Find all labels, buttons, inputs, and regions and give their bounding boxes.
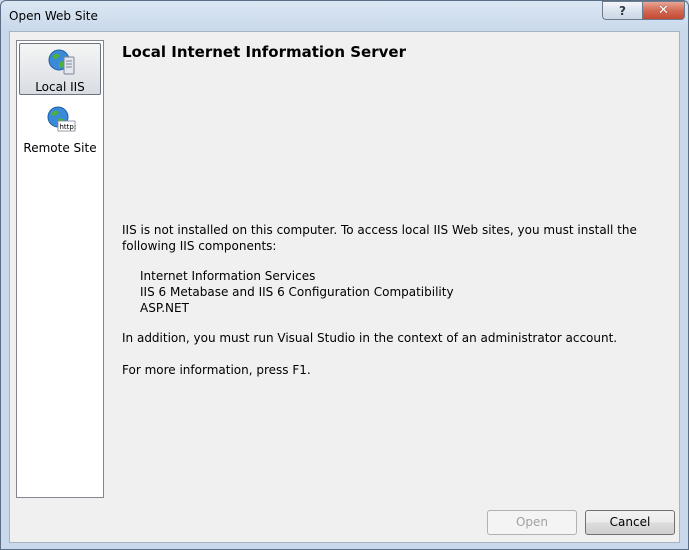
component-item: IIS 6 Metabase and IIS 6 Configuration C… xyxy=(140,285,454,299)
window-title: Open Web Site xyxy=(9,9,98,23)
sidebar-item-label: Remote Site xyxy=(23,141,97,155)
cancel-button[interactable]: Cancel xyxy=(585,510,675,535)
close-icon: ✕ xyxy=(658,3,669,18)
iis-not-installed-message: IIS is not installed on this computer. T… xyxy=(122,223,637,253)
help-button[interactable]: ? xyxy=(602,1,642,20)
close-button[interactable]: ✕ xyxy=(642,1,685,20)
help-icon: ? xyxy=(619,4,626,18)
sidebar-item-label: Local IIS xyxy=(35,80,85,94)
svg-text:http:: http: xyxy=(60,123,77,131)
location-sidebar: Local IIS http: Remote Site xyxy=(16,40,104,498)
globe-server-icon xyxy=(48,49,75,75)
globe-http-icon: http: xyxy=(47,106,77,132)
open-button[interactable]: Open xyxy=(487,510,577,535)
component-item: ASP.NET xyxy=(140,301,189,315)
open-web-site-dialog: Open Web Site ? ✕ Local IIS http: Remote… xyxy=(0,0,689,550)
sidebar-item-remote-site[interactable]: http: Remote Site xyxy=(19,101,101,155)
admin-message: In addition, you must run Visual Studio … xyxy=(122,331,618,345)
help-message: For more information, press F1. xyxy=(122,363,311,377)
dialog-client-area: Local IIS http: Remote Site Local Intern… xyxy=(9,31,680,543)
sidebar-item-local-iis[interactable]: Local IIS xyxy=(19,43,101,95)
component-item: Internet Information Services xyxy=(140,269,316,283)
page-title: Local Internet Information Server xyxy=(122,43,406,61)
